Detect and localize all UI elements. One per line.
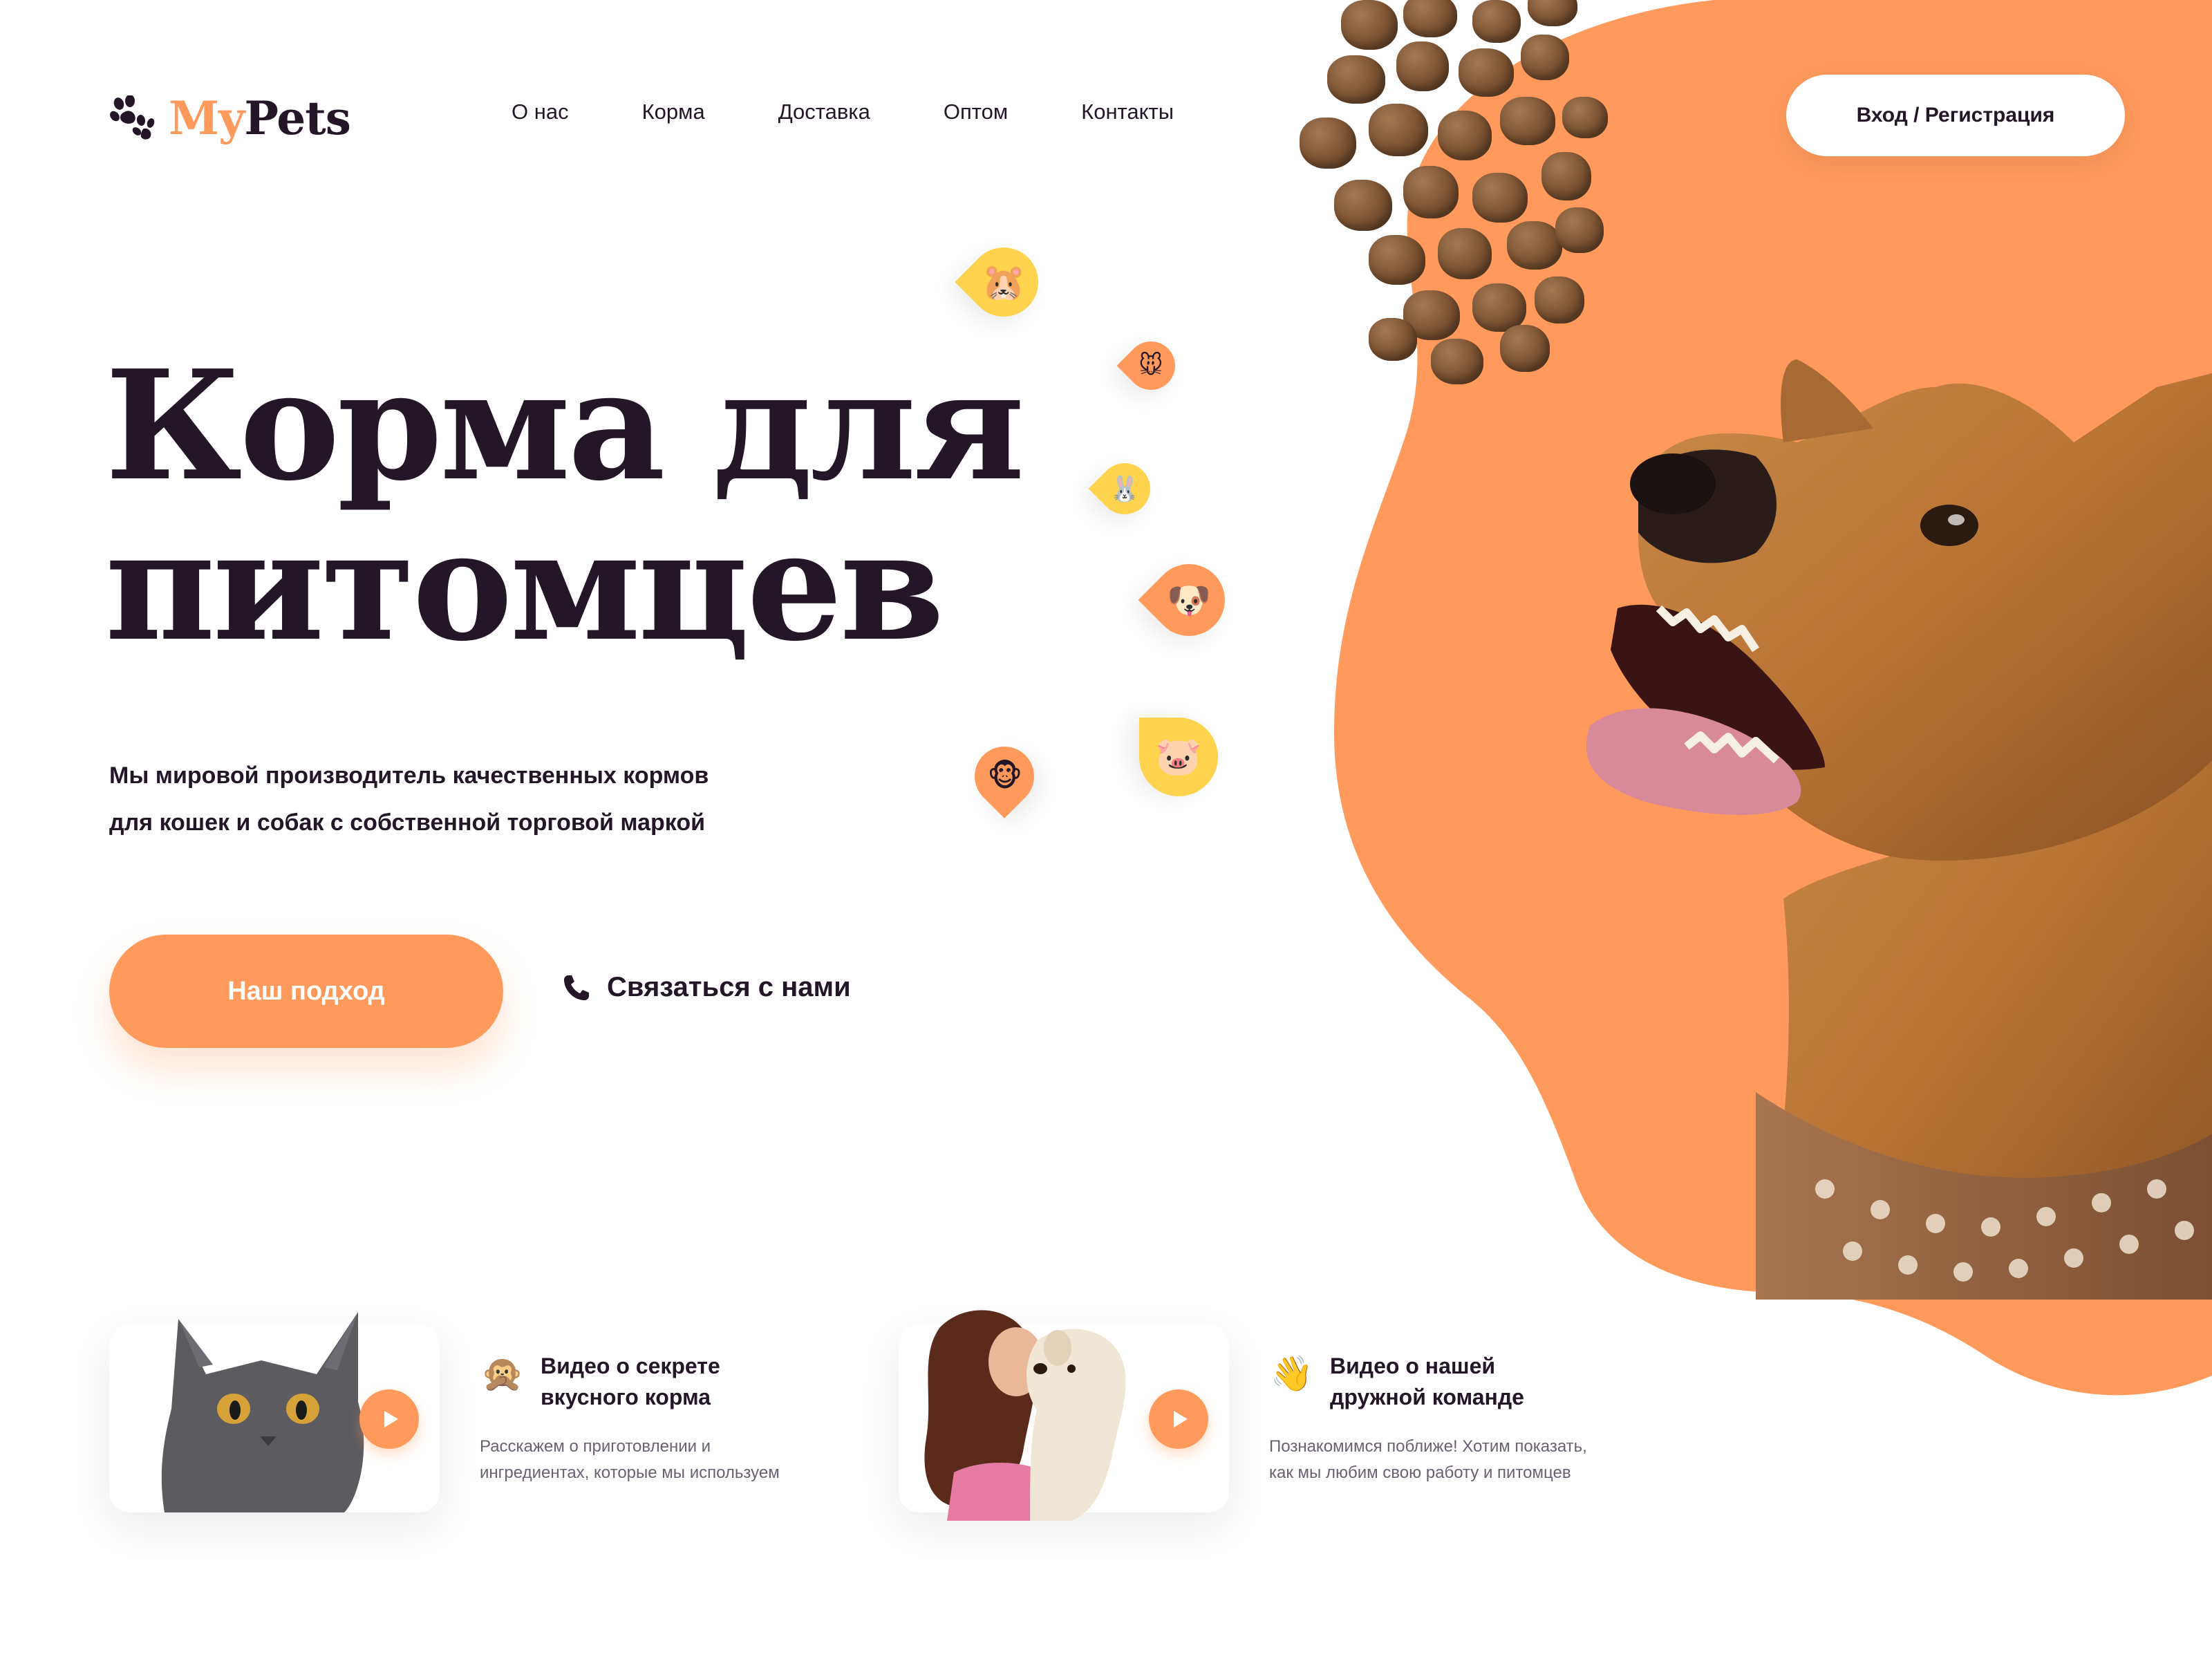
- nav-item-delivery[interactable]: Доставка: [778, 100, 870, 124]
- play-video-button[interactable]: [1149, 1389, 1208, 1449]
- video-title-line-2: вкусного корма: [541, 1385, 711, 1409]
- video-info-food-secret: 🙊 Видео о секрете вкусного корма Расскаж…: [480, 1351, 839, 1486]
- woman-with-puppy-photo: [924, 1310, 1126, 1521]
- our-approach-button[interactable]: Наш подход: [109, 935, 503, 1048]
- contact-us-link[interactable]: Связаться с нами: [561, 972, 851, 1003]
- nav-item-food[interactable]: Корма: [642, 100, 705, 124]
- video-card-food-secret[interactable]: [109, 1312, 440, 1512]
- nav-item-contacts[interactable]: Контакты: [1081, 100, 1174, 124]
- video-title-line-2: дружной команде: [1330, 1385, 1524, 1409]
- video-title-team[interactable]: Видео о нашей дружной команде: [1330, 1351, 1524, 1413]
- pig-face-icon: 🐷: [1155, 735, 1202, 778]
- logo-text: MyPets: [169, 91, 351, 145]
- see-no-evil-monkey-icon: 🙊: [480, 1353, 525, 1394]
- video-description-line-2: ингредиентах, которые мы используем: [480, 1463, 780, 1482]
- video-title-line-1: Видео о секрете: [541, 1353, 720, 1378]
- video-title-line-1: Видео о нашей: [1330, 1353, 1496, 1378]
- video-info-team: 👋 Видео о нашей дружной команде Познаком…: [1269, 1351, 1629, 1486]
- logo[interactable]: MyPets: [109, 91, 351, 145]
- dog-face-icon: 🐶: [1166, 579, 1212, 621]
- hero-title: Корма для питомцев: [105, 346, 1183, 666]
- logo-my: My: [169, 91, 245, 145]
- waving-hand-icon: 👋: [1270, 1353, 1314, 1394]
- video-description-line-1: Познакомимся поближе! Хотим показать,: [1269, 1437, 1587, 1456]
- pin-monkey: 🐵: [962, 734, 1047, 818]
- pin-pig: 🐷: [1139, 718, 1218, 796]
- logo-pets: Pets: [244, 91, 350, 145]
- hamster-face-icon: 🐹: [981, 261, 1027, 303]
- contact-us-label: Связаться с нами: [607, 972, 851, 1002]
- play-icon: [1174, 1411, 1188, 1427]
- hero-title-line-2: питомцев: [105, 498, 944, 675]
- nav-item-about[interactable]: О нас: [512, 100, 569, 124]
- monkey-face-icon: 🐵: [986, 758, 1022, 794]
- play-video-button[interactable]: [359, 1389, 419, 1449]
- video-card-team[interactable]: [899, 1310, 1229, 1521]
- cat-photo: [161, 1312, 364, 1512]
- video-description-food-secret: Расскажем о приготовлении и ингредиентах…: [480, 1434, 839, 1486]
- video-description-line-1: Расскажем о приготовлении и: [480, 1437, 711, 1456]
- main-nav: О нас Корма Доставка Оптом Контакты: [512, 100, 1174, 124]
- phone-icon: [564, 975, 589, 1000]
- hero-description-line-1: Мы мировой производитель качественных ко…: [109, 762, 709, 789]
- play-icon: [384, 1411, 398, 1427]
- hero-illustration: [1300, 0, 2212, 1424]
- dog-image: [1586, 359, 2212, 1300]
- hero-title-line-1: Корма для: [105, 337, 1025, 514]
- paw-icon: [110, 95, 155, 140]
- mouse-face-icon: 🐭: [1138, 352, 1163, 379]
- hero-description-line-2: для кошек и собак с собственной торговой…: [109, 809, 706, 836]
- video-description-line-2: как мы любим свою работу и питомцев: [1269, 1463, 1571, 1482]
- login-register-button[interactable]: Вход / Регистрация: [1786, 75, 2125, 156]
- video-description-team: Познакомимся поближе! Хотим показать, ка…: [1269, 1434, 1629, 1486]
- pin-hamster: 🐹: [955, 233, 1053, 331]
- nav-item-wholesale[interactable]: Оптом: [944, 100, 1008, 124]
- rabbit-face-icon: 🐰: [1109, 474, 1141, 503]
- video-title-food-secret[interactable]: Видео о секрете вкусного корма: [541, 1351, 720, 1413]
- hero-description: Мы мировой производитель качественных ко…: [109, 752, 870, 846]
